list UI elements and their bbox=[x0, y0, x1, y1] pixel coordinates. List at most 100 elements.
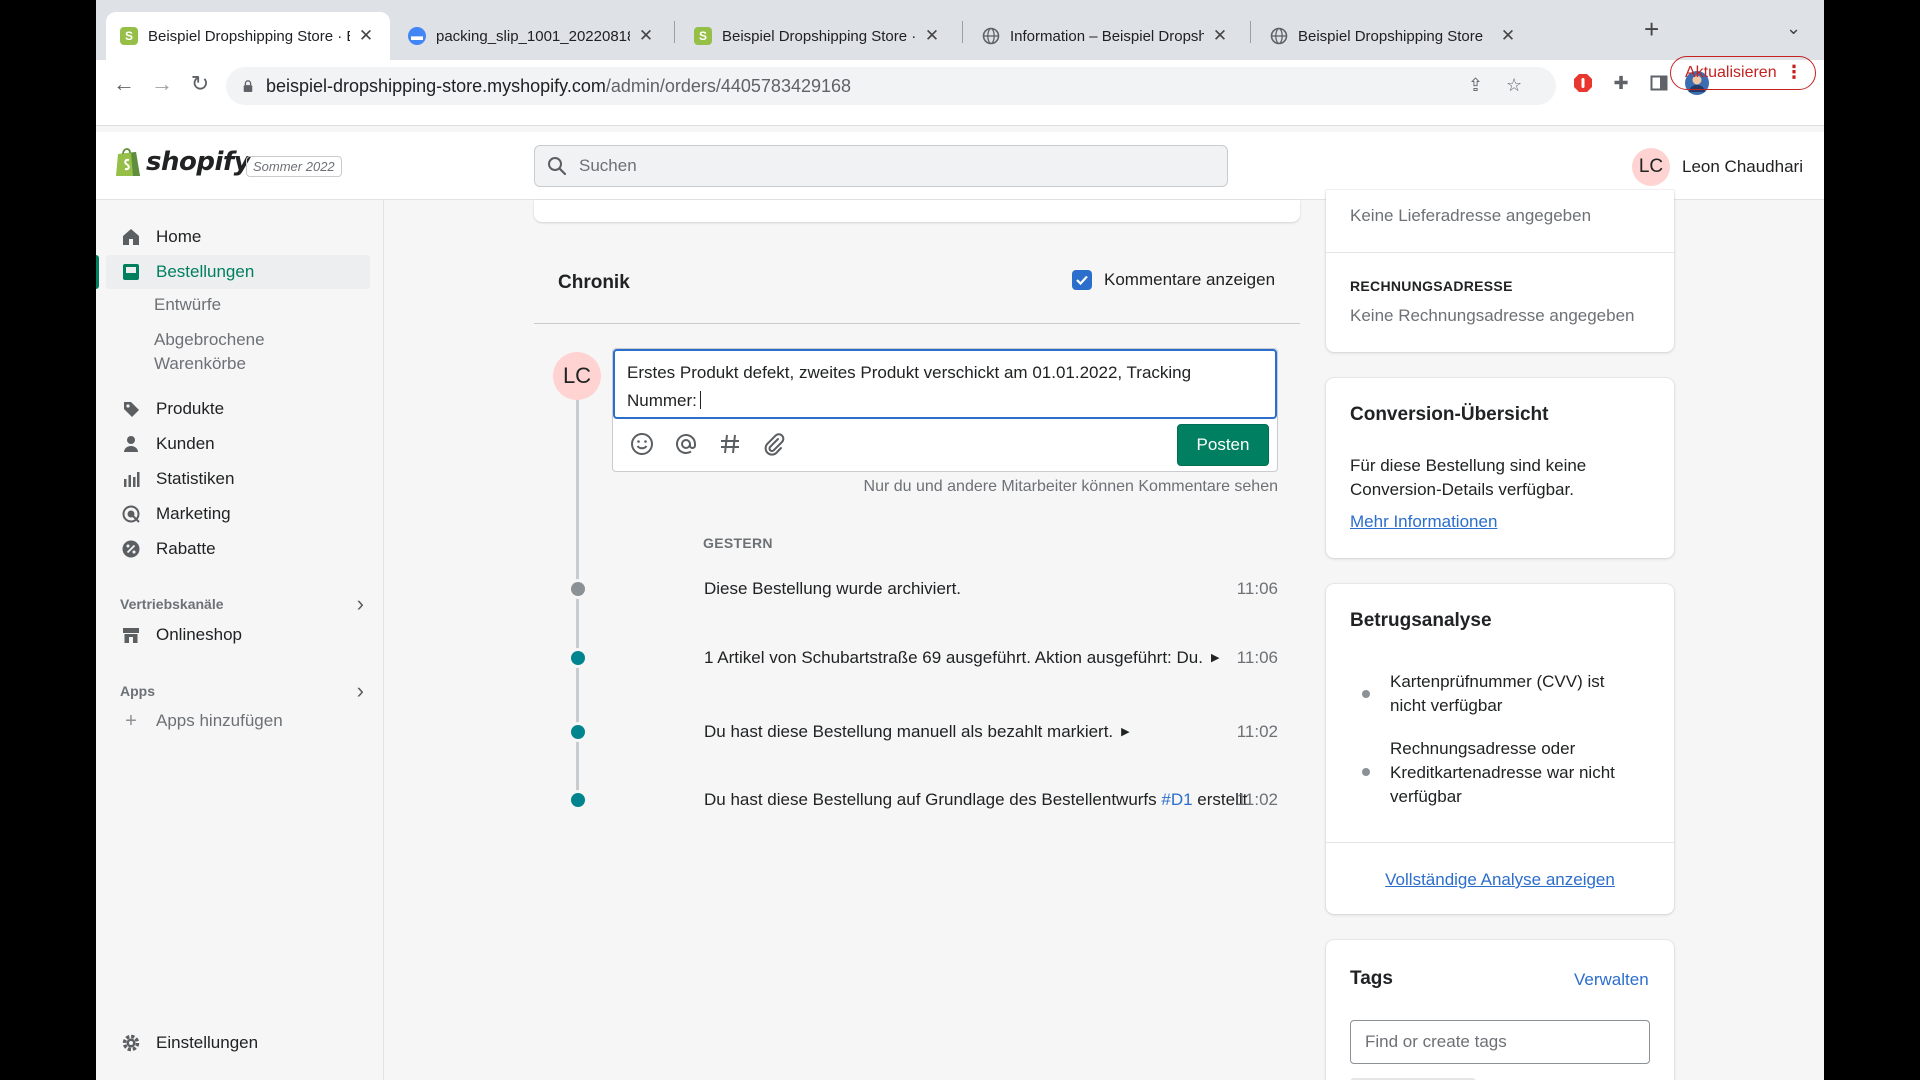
chevron-right-icon[interactable]: › bbox=[357, 678, 364, 704]
comment-composer: Erstes Produkt defekt, zweites Produkt v… bbox=[612, 348, 1278, 472]
draft-order-link[interactable]: #D1 bbox=[1161, 790, 1192, 809]
manage-tags-link[interactable]: Verwalten bbox=[1574, 968, 1649, 992]
admin-search[interactable] bbox=[534, 145, 1228, 187]
expand-caret-icon[interactable]: ▶ bbox=[1121, 726, 1129, 738]
browser-toolbar: ← → ↻ beispiel-dropshipping-store.myshop… bbox=[96, 56, 1824, 126]
divider bbox=[534, 323, 1300, 324]
tab-title: packing_slip_1001_20220818T bbox=[436, 27, 630, 45]
comment-input[interactable]: Erstes Produkt defekt, zweites Produkt v… bbox=[613, 349, 1277, 419]
lock-icon bbox=[243, 80, 253, 92]
shipping-address-empty: Keine Lieferadresse angegeben bbox=[1350, 206, 1592, 225]
close-tab-icon[interactable]: ✕ bbox=[1210, 26, 1230, 46]
close-tab-icon[interactable]: ✕ bbox=[356, 26, 376, 46]
tags-input[interactable] bbox=[1350, 1020, 1650, 1064]
timeline-event[interactable]: Du hast diese Bestellung manuell als bez… bbox=[566, 718, 1278, 746]
sidebar-subitem-abandoned-checkouts[interactable]: Abgebrochene Warenkörbe bbox=[154, 328, 354, 376]
sidebar-item-label: Apps hinzufügen bbox=[156, 711, 283, 730]
conversion-text: Für diese Bestellung sind keine Conversi… bbox=[1350, 456, 1587, 499]
browser-tab-4[interactable]: Information – Beispiel Dropship ✕ bbox=[968, 12, 1244, 60]
mention-icon[interactable] bbox=[671, 429, 701, 459]
sidebar-subitem-drafts[interactable]: Entwürfe bbox=[154, 293, 354, 317]
checkmark-icon[interactable] bbox=[1072, 270, 1092, 290]
comment-avatar: LC bbox=[553, 352, 601, 400]
tab-search-chevron-icon[interactable]: ⌄ bbox=[1786, 18, 1801, 39]
tag-icon bbox=[120, 398, 142, 420]
timeline-event: Du hast diese Bestellung auf Grundlage d… bbox=[566, 786, 1278, 814]
timeline-title: Chronik bbox=[558, 272, 630, 293]
shopify-favicon-icon: S bbox=[120, 27, 138, 45]
sales-channels-header[interactable]: Vertriebskanäle › bbox=[120, 591, 370, 617]
sidebar-item-onlineshop[interactable]: Onlineshop bbox=[106, 618, 370, 652]
more-vert-icon[interactable]: ⋮ bbox=[1785, 62, 1803, 83]
timeline-dot bbox=[571, 651, 585, 665]
update-label: Aktualisieren bbox=[1685, 64, 1777, 81]
sidebar-item-add-apps[interactable]: + Apps hinzufügen bbox=[106, 704, 370, 738]
back-icon[interactable]: ← bbox=[110, 70, 138, 98]
share-icon[interactable]: ⇪ bbox=[1468, 75, 1483, 96]
sidebar-item-label: Kunden bbox=[156, 434, 215, 453]
hashtag-icon[interactable] bbox=[715, 429, 745, 459]
adblock-extension-icon[interactable] bbox=[1570, 70, 1596, 96]
plus-icon: + bbox=[125, 709, 137, 732]
event-text: Du hast diese Bestellung manuell als bez… bbox=[704, 722, 1114, 741]
sidebar-item-products[interactable]: Produkte bbox=[106, 392, 370, 426]
tab-title: Beispiel Dropshipping Store · V bbox=[722, 27, 916, 45]
search-input[interactable] bbox=[579, 156, 1179, 176]
sidebar-item-label: Produkte bbox=[156, 399, 225, 418]
sidebar-item-home[interactable]: Home bbox=[106, 220, 370, 254]
tab-separator bbox=[1250, 21, 1251, 43]
apps-header[interactable]: Apps › bbox=[120, 678, 370, 704]
browser-tab-2[interactable]: ▬ packing_slip_1001_20220818T ✕ bbox=[394, 12, 670, 60]
event-text: 1 Artikel von Schubartstraße 69 ausgefüh… bbox=[704, 648, 1203, 667]
post-comment-button[interactable]: Posten bbox=[1177, 424, 1269, 466]
attachment-icon[interactable] bbox=[759, 429, 789, 459]
bar-chart-icon bbox=[120, 468, 142, 490]
browser-tab-5[interactable]: Beispiel Dropshipping Store ✕ bbox=[1256, 12, 1532, 60]
sidebar-item-label: Bestellungen bbox=[156, 262, 255, 281]
discount-icon bbox=[120, 538, 142, 560]
person-icon bbox=[120, 433, 142, 455]
text-caret bbox=[699, 391, 701, 409]
sales-channels-label: Vertriebskanäle bbox=[120, 596, 224, 612]
side-panel-icon[interactable] bbox=[1646, 70, 1672, 96]
emoji-icon[interactable] bbox=[627, 429, 657, 459]
full-analysis-link[interactable]: Vollständige Analyse anzeigen bbox=[1326, 868, 1674, 892]
divider bbox=[1326, 252, 1674, 253]
sidebar-item-marketing[interactable]: Marketing bbox=[106, 497, 370, 531]
shopify-logo[interactable]: shopify bbox=[114, 146, 251, 178]
sidebar-item-orders[interactable]: Bestellungen bbox=[96, 255, 370, 289]
reload-icon[interactable]: ↻ bbox=[186, 70, 214, 98]
address-bar[interactable]: beispiel-dropshipping-store.myshopify.co… bbox=[226, 67, 1556, 105]
edition-badge[interactable]: Sommer 2022 bbox=[246, 156, 342, 177]
close-tab-icon[interactable]: ✕ bbox=[636, 26, 656, 46]
sidebar-item-label: Onlineshop bbox=[156, 625, 243, 644]
sidebar-item-analytics[interactable]: Statistiken bbox=[106, 462, 370, 496]
expand-caret-icon[interactable]: ▶ bbox=[1211, 652, 1219, 664]
new-tab-icon[interactable]: + bbox=[1644, 14, 1659, 45]
user-name: Leon Chaudhari bbox=[1682, 157, 1803, 176]
sidebar-item-settings[interactable]: Einstellungen bbox=[106, 1026, 370, 1060]
sidebar-item-discounts[interactable]: Rabatte bbox=[106, 532, 370, 566]
user-menu[interactable]: LC Leon Chaudhari bbox=[1632, 148, 1803, 186]
extensions-puzzle-icon[interactable]: ✚ bbox=[1608, 70, 1634, 96]
show-comments-checkbox[interactable]: Kommentare anzeigen bbox=[1072, 270, 1275, 290]
sidebar-item-label: Home bbox=[156, 227, 202, 246]
event-time: 11:02 bbox=[1236, 722, 1278, 741]
bookmark-star-icon[interactable]: ☆ bbox=[1506, 75, 1522, 96]
forward-icon[interactable]: → bbox=[148, 70, 176, 98]
timeline-event[interactable]: 1 Artikel von Schubartstraße 69 ausgefüh… bbox=[566, 644, 1278, 672]
browser-tab-1[interactable]: S Beispiel Dropshipping Store · B ✕ bbox=[106, 12, 390, 60]
sidebar-item-customers[interactable]: Kunden bbox=[106, 427, 370, 461]
fraud-item: Rechnungsadresse oder Kreditkartenadress… bbox=[1390, 739, 1615, 806]
globe-favicon-icon bbox=[982, 27, 1000, 45]
chevron-right-icon[interactable]: › bbox=[357, 591, 364, 617]
tab-title: Beispiel Dropshipping Store bbox=[1298, 27, 1484, 45]
orders-icon bbox=[120, 261, 142, 283]
timeline-dot bbox=[571, 582, 585, 596]
billing-address-heading: RECHNUNGSADRESSE bbox=[1350, 278, 1513, 294]
close-tab-icon[interactable]: ✕ bbox=[1498, 26, 1518, 46]
more-info-link[interactable]: Mehr Informationen bbox=[1350, 510, 1497, 534]
close-tab-icon[interactable]: ✕ bbox=[922, 26, 942, 46]
browser-tab-3[interactable]: S Beispiel Dropshipping Store · V ✕ bbox=[680, 12, 956, 60]
update-browser-button[interactable]: Aktualisieren ⋮ bbox=[1670, 56, 1816, 90]
